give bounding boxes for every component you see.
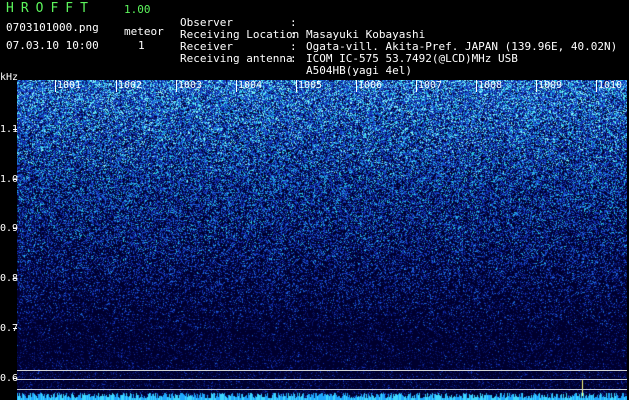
x-tick-label: 1001 bbox=[57, 80, 82, 91]
x-tick-label: 1003 bbox=[178, 80, 203, 91]
reference-line bbox=[17, 379, 627, 380]
y-tick-mark bbox=[13, 228, 17, 229]
info-value: A504HB(yagi 4el) bbox=[306, 64, 412, 77]
x-tick-mark bbox=[55, 80, 56, 92]
info-label: Receiving antenna bbox=[180, 52, 293, 65]
x-tick-label: 1006 bbox=[358, 80, 383, 91]
x-tick-label: 1002 bbox=[118, 80, 143, 91]
y-tick-mark bbox=[13, 179, 17, 180]
y-tick-mark bbox=[13, 278, 17, 279]
meteor-counter-value: 1 bbox=[138, 39, 145, 52]
spectrogram-image bbox=[17, 80, 627, 400]
info-row-observer: Observer: Masayuki Kobayashi bbox=[180, 16, 426, 41]
x-tick-mark bbox=[296, 80, 297, 92]
x-tick-mark bbox=[476, 80, 477, 92]
app-title: HROFFT bbox=[6, 1, 95, 16]
reference-line bbox=[17, 389, 627, 390]
info-row-location: Receiving Location: Ogata-vill. Akita-Pr… bbox=[180, 28, 618, 53]
x-tick-label: 1009 bbox=[538, 80, 563, 91]
x-tick-mark bbox=[176, 80, 177, 92]
x-tick-label: 1004 bbox=[238, 80, 263, 91]
y-tick-label: 0.9 bbox=[0, 223, 19, 234]
x-tick-mark bbox=[356, 80, 357, 92]
info-row-antenna: Receiving antenna: A504HB(yagi 4el) bbox=[180, 52, 412, 77]
y-tick-label: 1.0 bbox=[0, 174, 19, 185]
x-tick-mark bbox=[536, 80, 537, 92]
x-tick-mark bbox=[596, 80, 597, 92]
y-tick-label: 0.8 bbox=[0, 273, 19, 284]
y-tick-label: 1.1 bbox=[0, 124, 19, 135]
spectrogram-plot bbox=[17, 80, 627, 400]
x-tick-mark bbox=[236, 80, 237, 92]
y-tick-label: 0.6 bbox=[0, 373, 19, 384]
file-datetime: 07.03.10 10:00 bbox=[6, 39, 99, 52]
x-tick-label: 1005 bbox=[298, 80, 323, 91]
x-tick-label: 1008 bbox=[478, 80, 503, 91]
y-tick-mark bbox=[13, 129, 17, 130]
x-tick-mark bbox=[116, 80, 117, 92]
x-tick-label: 1007 bbox=[418, 80, 443, 91]
x-tick-mark bbox=[416, 80, 417, 92]
reference-line bbox=[17, 370, 627, 371]
y-tick-mark bbox=[13, 328, 17, 329]
y-tick-label: 0.7 bbox=[0, 323, 19, 334]
header-panel: HROFFT 1.00 0703101000.png 07.03.10 10:0… bbox=[0, 0, 629, 80]
meteor-counter-label: meteor bbox=[124, 25, 164, 38]
x-tick-label: 1010 bbox=[598, 80, 623, 91]
app-version: 1.00 bbox=[124, 3, 151, 16]
file-name: 0703101000.png bbox=[6, 21, 99, 34]
y-axis-unit: kHz bbox=[0, 72, 19, 83]
info-row-receiver: Receiver: ICOM IC-575 53.7492(@LCD)MHz U… bbox=[180, 40, 518, 65]
